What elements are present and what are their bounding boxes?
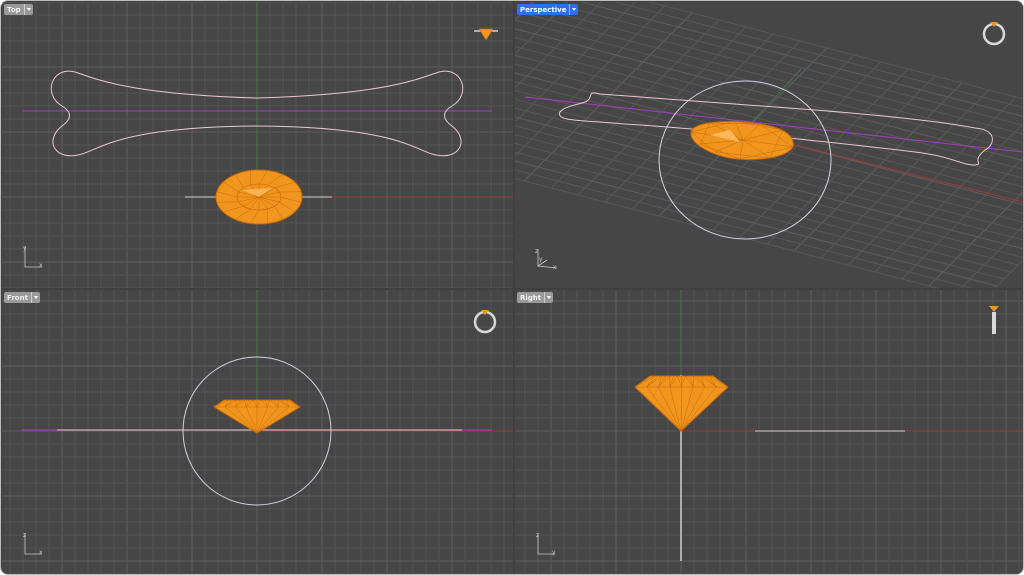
front-canvas[interactable] <box>2 290 513 574</box>
top-canvas[interactable] <box>2 2 513 288</box>
viewport-tab-front[interactable]: Front <box>4 292 40 303</box>
chevron-down-icon[interactable] <box>569 4 578 15</box>
right-canvas[interactable] <box>515 290 1023 574</box>
viewport-tab-perspective[interactable]: Perspective <box>517 4 579 15</box>
axis-label-y: y <box>23 245 27 252</box>
axis-label-y: y <box>552 549 556 556</box>
viewport-right[interactable]: Right z y <box>515 290 1023 574</box>
viewport-tab-label: Top <box>7 5 21 14</box>
viewport-tab-label: Front <box>7 293 28 302</box>
ring-preview-icon <box>473 310 497 334</box>
axis-label-x: x <box>39 549 43 556</box>
right-grid <box>515 290 1023 574</box>
axis-label-z: z <box>535 248 539 255</box>
persp-gem[interactable] <box>690 120 794 161</box>
axis-label-z: z <box>536 532 540 539</box>
viewport-perspective[interactable]: Perspective z y x <box>515 2 1023 288</box>
axis-label-x: x <box>553 264 557 271</box>
viewport-layout: Top y x Perspective z y x Front z x Righ… <box>0 0 1024 575</box>
perspective-canvas[interactable] <box>515 2 1023 288</box>
chevron-down-icon[interactable] <box>23 4 33 15</box>
chevron-down-icon[interactable] <box>544 292 553 303</box>
axis-label-z: z <box>23 532 27 539</box>
ring-preview-icon <box>982 22 1006 46</box>
viewport-front[interactable]: Front z x <box>2 290 513 574</box>
axis-label-y: y <box>539 256 543 263</box>
right-gem[interactable] <box>634 375 729 432</box>
viewport-tab-top[interactable]: Top <box>4 4 33 15</box>
ring-side-preview-icon <box>989 306 999 334</box>
viewport-tab-label: Perspective <box>520 5 567 14</box>
viewport-top[interactable]: Top y x <box>2 2 513 288</box>
viewport-tab-right[interactable]: Right <box>517 292 554 303</box>
axis-label-x: x <box>39 262 43 269</box>
front-gem[interactable] <box>213 399 301 434</box>
viewport-tab-label: Right <box>520 293 542 302</box>
gem-preview-icon <box>474 28 498 41</box>
top-gem[interactable] <box>215 169 303 225</box>
chevron-down-icon[interactable] <box>30 292 40 303</box>
